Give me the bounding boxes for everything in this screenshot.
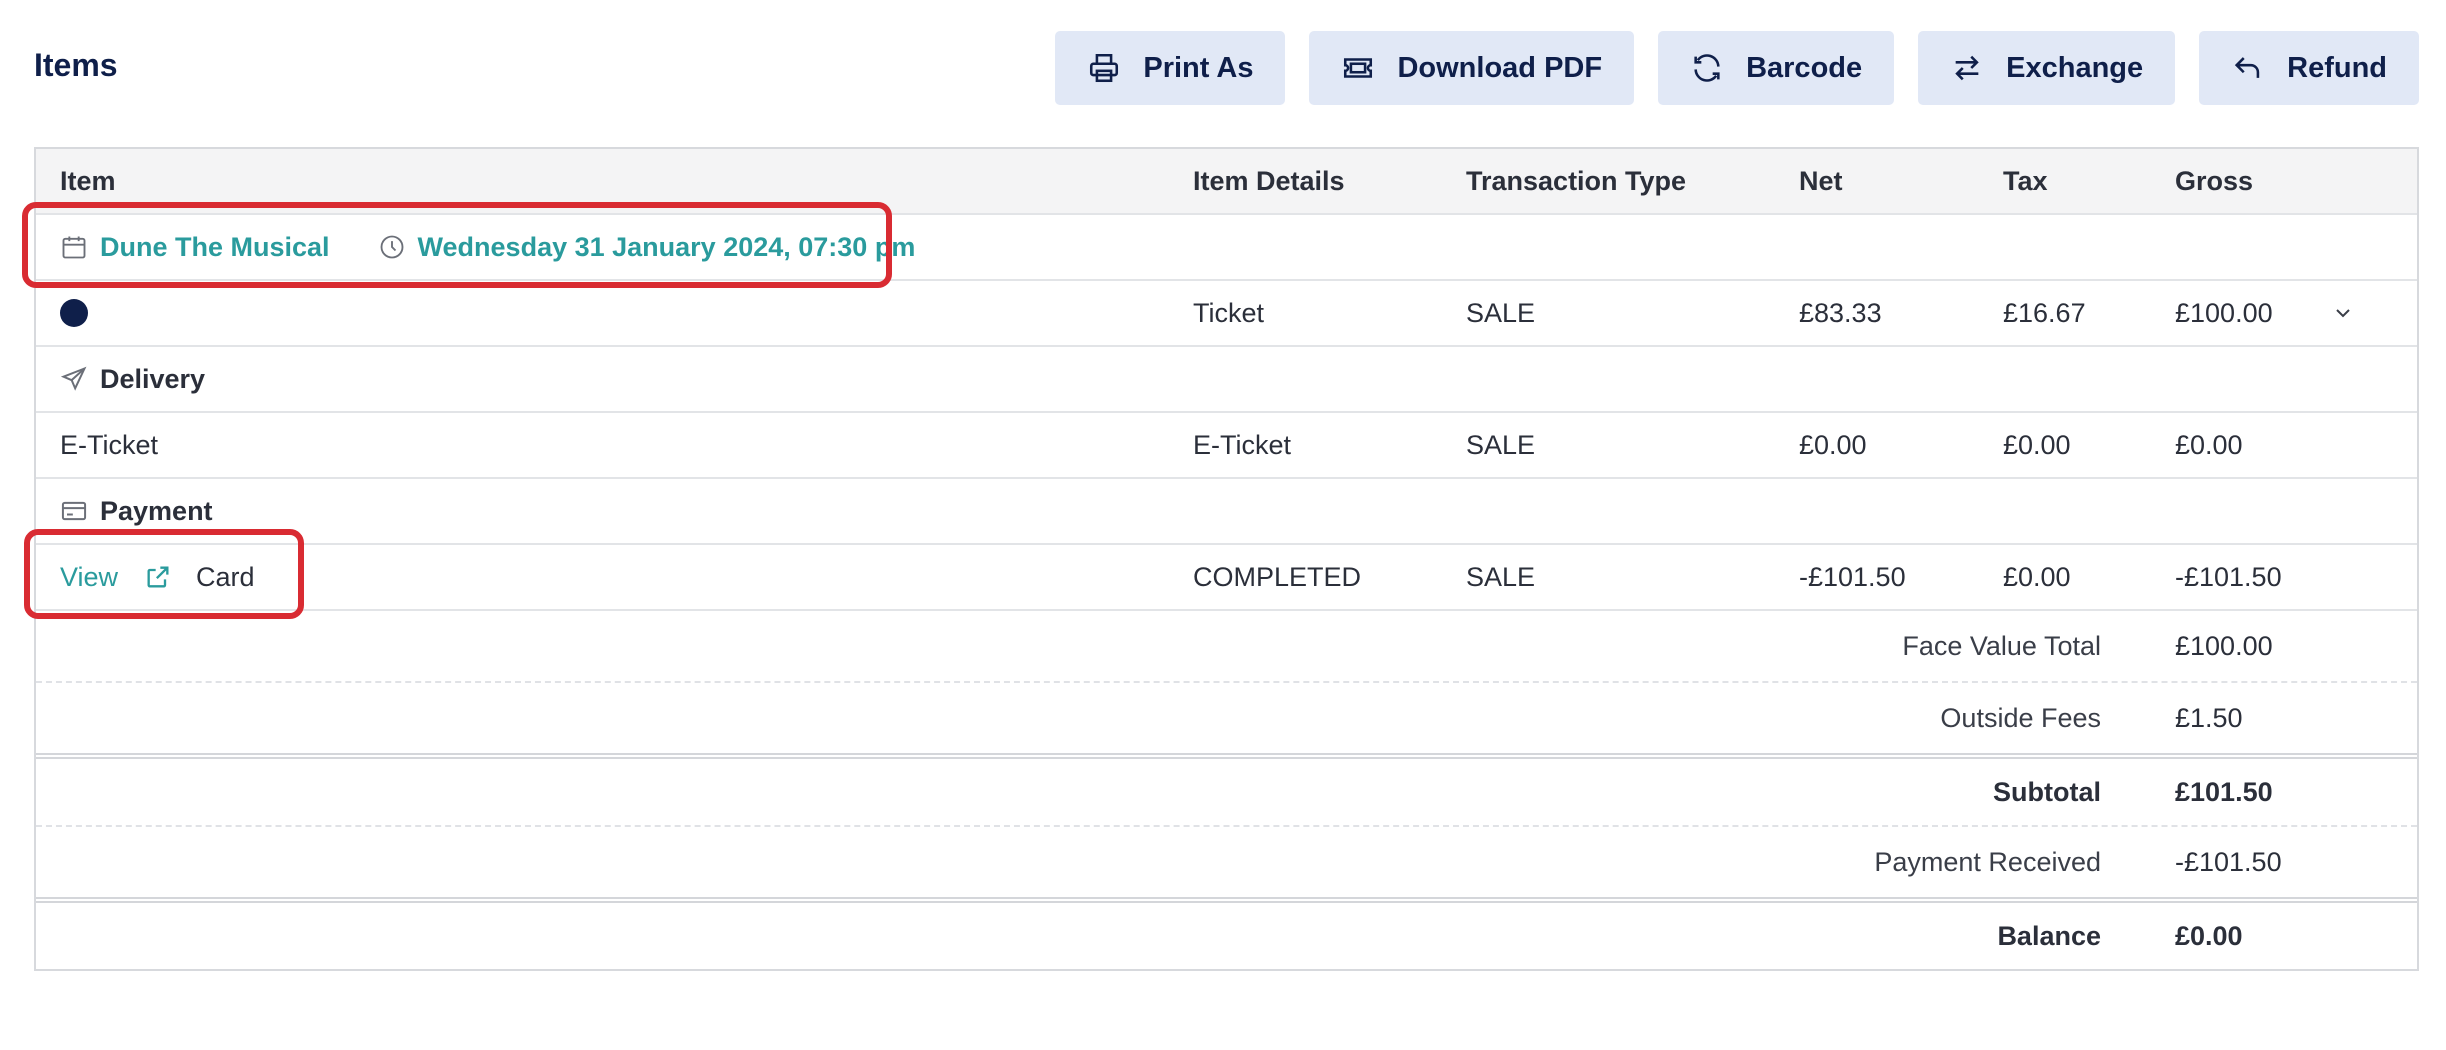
- subtotal-row: Subtotal £101.50: [36, 753, 2417, 825]
- external-link-icon[interactable]: [144, 563, 172, 591]
- event-row: Dune The Musical Wednesday 31 January 20…: [36, 213, 2417, 279]
- exchange-button[interactable]: Exchange: [1918, 31, 2176, 105]
- balance-label: Balance: [1997, 920, 2101, 951]
- delivery-net: £0.00: [1799, 429, 1867, 460]
- page-title: Items: [34, 47, 118, 83]
- payment-method: Card: [196, 561, 255, 592]
- outside-fees-value: £1.50: [2175, 702, 2243, 733]
- event-datetime: Wednesday 31 January 2024, 07:30 pm: [417, 231, 916, 262]
- payment-received-value: -£101.50: [2175, 846, 2282, 877]
- exchange-icon: [1950, 51, 1984, 85]
- delivery-section-row: Delivery: [36, 345, 2417, 411]
- refund-label: Refund: [2287, 51, 2387, 84]
- items-table: Item Item Details Transaction Type Net T…: [34, 147, 2419, 971]
- delivery-tax: £0.00: [2003, 429, 2071, 460]
- delivery-gross: £0.00: [2175, 429, 2243, 460]
- chevron-down-icon[interactable]: [2331, 281, 2355, 345]
- clock-icon: [378, 233, 406, 261]
- ticket-type: SALE: [1466, 297, 1536, 328]
- download-pdf-label: Download PDF: [1397, 51, 1603, 84]
- print-as-button[interactable]: Print As: [1055, 31, 1286, 105]
- ticket-net: £83.33: [1799, 297, 1882, 328]
- refresh-icon: [1690, 51, 1724, 85]
- payment-net: -£101.50: [1799, 561, 1906, 592]
- payment-received-row: Payment Received -£101.50: [36, 825, 2417, 897]
- payment-received-label: Payment Received: [1874, 846, 2101, 877]
- balance-row: Balance £0.00: [36, 897, 2417, 969]
- credit-card-icon: [60, 497, 88, 525]
- delivery-row: E-Ticket E-Ticket SALE £0.00 £0.00 £0.00: [36, 411, 2417, 477]
- face-value-total-value: £100.00: [2175, 630, 2273, 661]
- payment-tax: £0.00: [2003, 561, 2071, 592]
- ticket-icon: [1341, 51, 1375, 85]
- event-name-link[interactable]: Dune The Musical: [100, 232, 330, 263]
- payment-details: COMPLETED: [1193, 561, 1362, 592]
- column-header-item: Item: [60, 165, 116, 196]
- column-header-item-details: Item Details: [1193, 165, 1345, 196]
- barcode-button[interactable]: Barcode: [1658, 31, 1895, 105]
- delivery-details: E-Ticket: [1193, 429, 1292, 460]
- payment-section-row: Payment: [36, 477, 2417, 543]
- outside-fees-row: Outside Fees £1.50: [36, 681, 2417, 753]
- exchange-label: Exchange: [2006, 51, 2144, 84]
- delivery-section-label: Delivery: [100, 363, 206, 394]
- calendar-icon: [60, 233, 88, 261]
- column-header-tax: Tax: [2003, 165, 2048, 196]
- view-payment-link[interactable]: View: [60, 562, 118, 593]
- download-pdf-button[interactable]: Download PDF: [1309, 31, 1635, 105]
- barcode-label: Barcode: [1746, 51, 1863, 84]
- printer-icon: [1087, 51, 1121, 85]
- column-header-gross: Gross: [2175, 165, 2254, 196]
- ticket-row: Ticket SALE £83.33 £16.67 £100.00: [36, 279, 2417, 345]
- face-value-total-label: Face Value Total: [1902, 630, 2101, 661]
- payment-row: View Card COMPLETED SALE -£101.50 £0.00 …: [36, 543, 2417, 609]
- undo-icon: [2231, 51, 2265, 85]
- event-info: Dune The Musical Wednesday 31 January 20…: [60, 215, 915, 279]
- delivery-type: SALE: [1466, 429, 1536, 460]
- ticket-details: Ticket: [1193, 297, 1265, 328]
- status-dot: [60, 299, 88, 327]
- column-header-net: Net: [1799, 165, 1843, 196]
- table-header-row: Item Item Details Transaction Type Net T…: [36, 149, 2417, 213]
- items-header: Items Print As Download PDF Barcode Exch…: [34, 31, 2419, 105]
- ticket-gross: £100.00: [2175, 297, 2273, 328]
- face-value-total-row: Face Value Total £100.00: [36, 609, 2417, 681]
- balance-value: £0.00: [2175, 920, 2243, 951]
- subtotal-value: £101.50: [2175, 776, 2273, 807]
- subtotal-label: Subtotal: [1993, 776, 2101, 807]
- payment-type: SALE: [1466, 561, 1536, 592]
- payment-gross: -£101.50: [2175, 561, 2282, 592]
- toolbar: Print As Download PDF Barcode Exchange R…: [1055, 31, 2419, 105]
- payment-section-label: Payment: [100, 495, 213, 526]
- refund-button[interactable]: Refund: [2199, 31, 2419, 105]
- send-icon: [60, 365, 88, 393]
- print-as-label: Print As: [1143, 51, 1254, 84]
- outside-fees-label: Outside Fees: [1940, 702, 2101, 733]
- column-header-transaction-type: Transaction Type: [1466, 165, 1687, 196]
- delivery-item: E-Ticket: [60, 429, 159, 460]
- ticket-tax: £16.67: [2003, 297, 2086, 328]
